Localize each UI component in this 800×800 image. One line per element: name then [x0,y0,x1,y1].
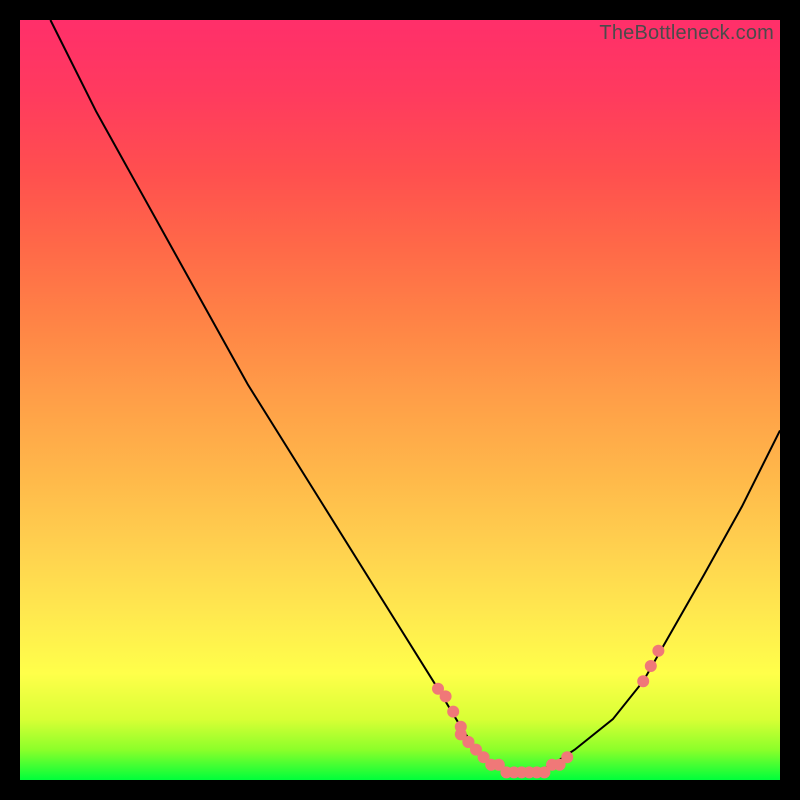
curve-markers [432,645,664,779]
bottleneck-curve [50,20,780,772]
watermark-text: TheBottleneck.com [599,22,774,45]
curve-marker [447,706,459,718]
chart-frame: TheBottleneck.com [20,20,780,780]
curve-marker [637,675,649,687]
curve-marker [561,751,573,763]
curve-marker [652,645,664,657]
curve-marker [440,690,452,702]
curve-layer [20,20,780,780]
curve-marker [645,660,657,672]
